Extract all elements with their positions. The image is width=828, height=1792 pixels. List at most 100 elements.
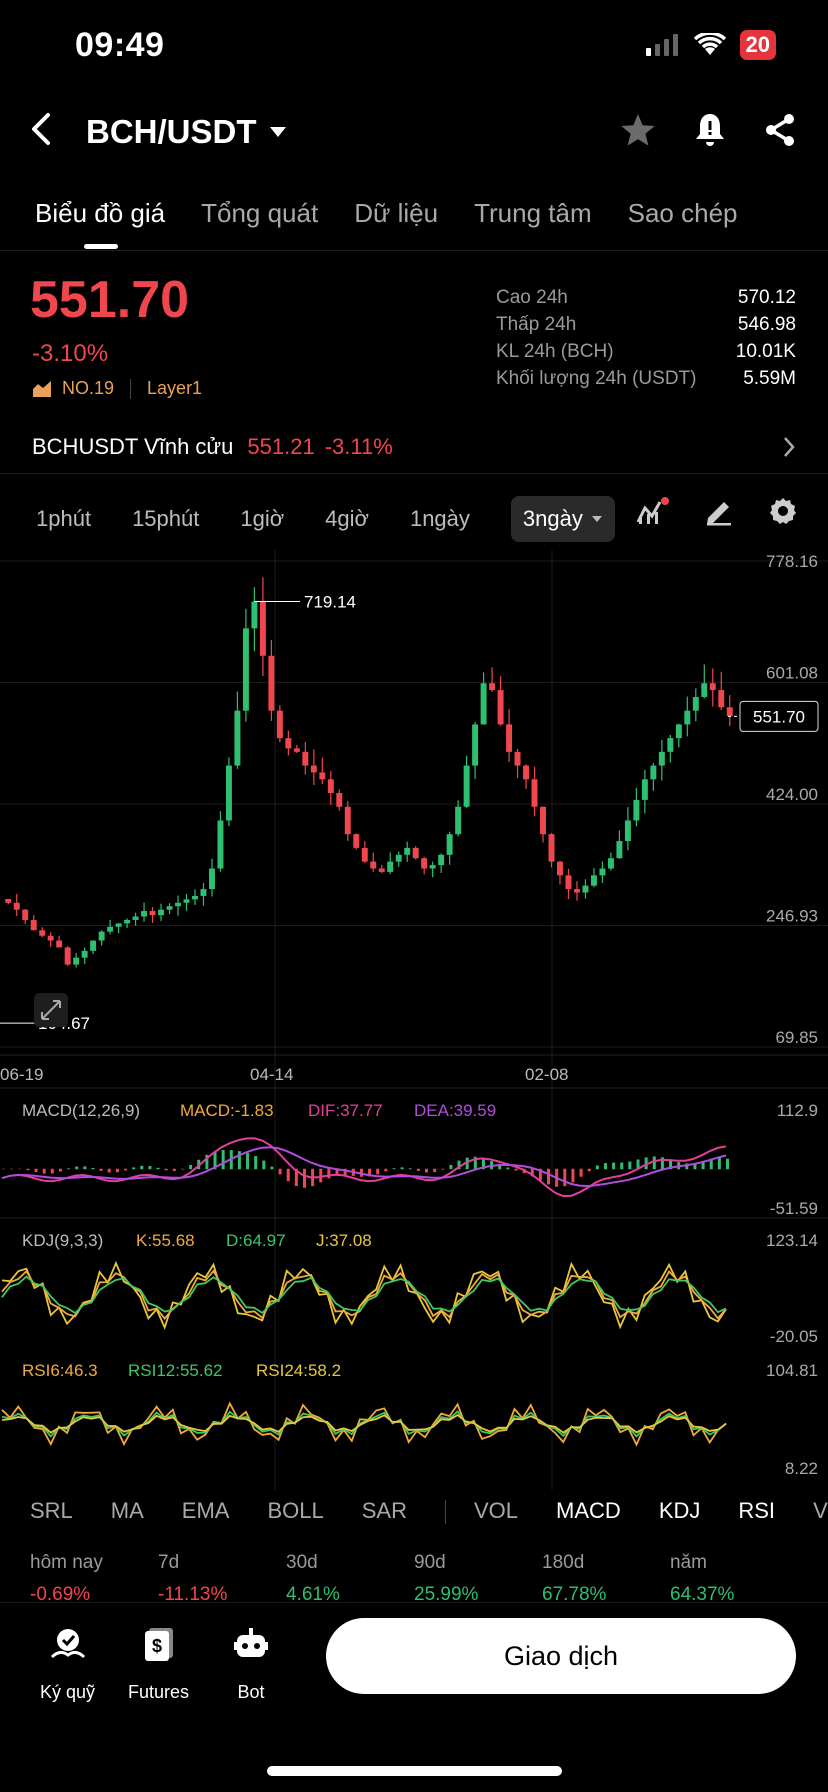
price-alert-icon[interactable] [694,112,726,148]
trend-icon [33,380,51,397]
candle-body [497,690,504,725]
macd-histogram-bar [726,1158,729,1170]
candle-body [175,902,181,907]
rsi6-value: RSI6:46.3 [22,1361,98,1380]
candle-body [557,861,563,876]
star-icon[interactable] [620,113,656,147]
price-chart[interactable]: 778.16 601.08 424.00 246.93 69.85 06-19 04-14 0… [0,550,828,1490]
macd-dif-line [1,1137,727,1198]
caret-down-icon [591,516,602,522]
perpetual-change: -3.11% [324,434,393,459]
macd-histogram-bar [164,1168,168,1171]
indicators-icon[interactable] [636,496,670,526]
timeframe-15m[interactable]: 15phút [132,506,199,532]
indicator-sar[interactable]: SAR [362,1498,407,1524]
tab-overview[interactable]: Tổng quát [201,198,318,229]
candle-body [268,655,275,711]
candle-body [616,841,623,859]
x-tick-label: 04-14 [250,1065,293,1084]
candle-body [158,909,165,916]
macd-histogram-bar [547,1168,551,1185]
candle-body [217,820,224,869]
pair-selector[interactable]: BCH/USDT [86,113,287,151]
indicator-ema[interactable]: EMA [182,1498,230,1524]
nav-margin[interactable]: Ký quỹ [40,1622,95,1703]
candle-body [13,902,20,910]
stat-high: Cao 24h 570.12 [496,287,796,308]
timeframe-1d[interactable]: 1ngày [410,506,470,532]
macd-histogram-bar [75,1166,79,1170]
rsi-max-label: 104.81 [766,1361,818,1380]
candle-body [421,858,428,869]
perpetual-link[interactable]: BCHUSDT Vĩnh cửu 551.21 -3.11% [32,434,393,460]
perf-30d: 30d 4.61% [286,1552,340,1605]
category-tag[interactable]: Layer1 [147,378,202,399]
current-price-label: 551.70 [753,707,805,726]
macd-histogram-bar [433,1168,437,1173]
chevron-left-icon [32,113,50,145]
perf-90d: 90d 25.99% [414,1552,479,1605]
macd-histogram-bar [612,1162,616,1170]
candle-body [718,690,725,708]
timeframe-1m[interactable]: 1phút [36,506,91,532]
section-tabs: Biểu đồ giá Tổng quát Dữ liệu Trung tâm … [35,198,738,229]
indicator-kdj[interactable]: KDJ [659,1498,701,1524]
nav-bot[interactable]: Bot [234,1622,268,1703]
candle-body [5,898,12,903]
macd-params: MACD(12,26,9) [22,1101,140,1120]
candle-body [684,710,691,725]
kdj-d-line [1,1275,727,1315]
rank-row: NO.19 Layer1 [32,378,202,399]
tab-data[interactable]: Dữ liệu [354,198,438,229]
indicator-rsi[interactable]: RSI [738,1498,775,1524]
candle-body [701,683,708,697]
kdj-max-label: 123.14 [766,1231,818,1250]
rank-badge[interactable]: NO.19 [62,378,114,399]
perpetual-price: 551.21 [247,434,315,459]
candle-body [480,683,487,725]
candle-body [319,772,326,780]
y-tick-label: 69.85 [775,1028,818,1047]
macd-histogram-bar [148,1166,152,1170]
candle-body [310,765,317,773]
draw-pen-icon[interactable] [704,496,734,526]
trade-button[interactable]: Giao dịch [326,1618,796,1694]
back-button[interactable] [28,112,56,151]
indicator-tabs: SRL MA EMA BOLL SAR VOL MACD KDJ RSI V [30,1498,828,1524]
candle-body [327,779,334,794]
timeframe-dropdown[interactable]: 3ngày [510,496,615,542]
tab-copy[interactable]: Sao chép [628,198,738,229]
macd-histogram-bar [717,1157,721,1170]
macd-histogram-bar [620,1162,624,1170]
macd-histogram-bar [132,1167,136,1170]
indicator-macd[interactable]: MACD [556,1498,621,1524]
macd-histogram-bar [319,1168,323,1183]
candle-body [387,861,394,872]
candle-body [455,806,462,835]
macd-value: MACD:-1.83 [180,1101,274,1120]
indicator-srl[interactable]: SRL [30,1498,73,1524]
battery-indicator: 20 [739,30,776,60]
share-icon[interactable] [764,113,796,147]
macd-histogram-bar [286,1168,290,1182]
indicator-more[interactable]: V [813,1498,828,1524]
macd-histogram-bar [652,1156,656,1170]
nav-futures[interactable]: $ Futures [128,1622,189,1703]
settings-gear-icon[interactable] [768,496,798,526]
indicator-vol[interactable]: VOL [474,1498,518,1524]
active-tab-indicator [84,244,118,249]
timeframe-1h[interactable]: 1giờ [240,506,284,532]
perpetual-chevron[interactable] [782,436,796,463]
timeframe-4h[interactable]: 4giờ [325,506,369,532]
macd-histogram-bar [441,1168,445,1170]
candle-body [675,724,682,739]
candle-body [234,710,241,766]
candle-body [412,847,419,859]
tab-price-chart[interactable]: Biểu đồ giá [35,198,165,229]
indicator-ma[interactable]: MA [111,1498,144,1524]
indicator-boll[interactable]: BOLL [267,1498,323,1524]
tab-center[interactable]: Trung tâm [474,198,592,229]
candle-body [658,751,665,766]
candle-body [192,895,198,900]
candle-body [378,868,385,872]
